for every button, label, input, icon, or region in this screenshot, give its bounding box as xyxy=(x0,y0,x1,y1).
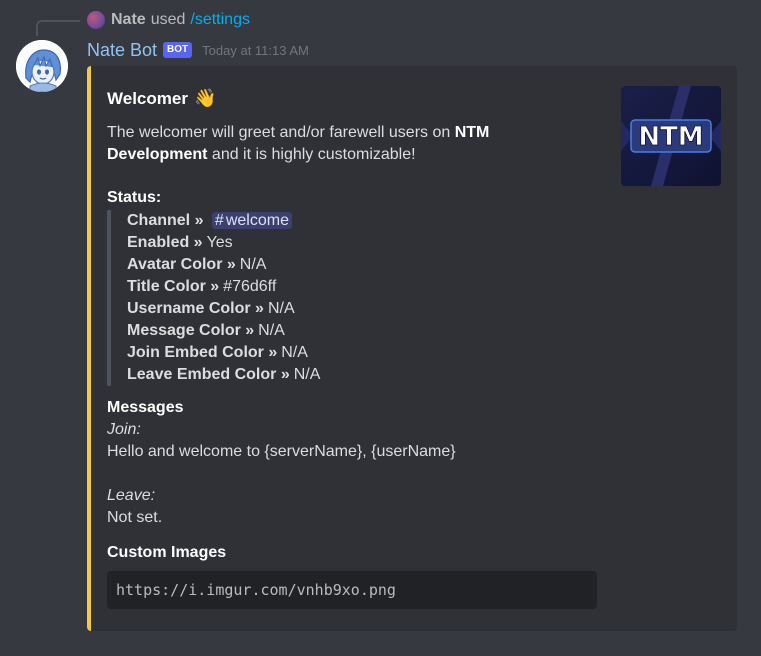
join-message: Hello and welcome to {serverName}, {user… xyxy=(107,443,456,460)
status-row-channel: Channel » # welcome xyxy=(127,210,320,232)
messages-field-name: Messages xyxy=(107,399,184,416)
status-key: Message Color » xyxy=(127,322,255,339)
messages-field: Messages Join: Hello and welcome to {ser… xyxy=(107,397,587,529)
status-key: Enabled » xyxy=(127,234,203,251)
custom-images-field-name: Custom Images xyxy=(107,544,227,561)
bot-tag: BOT xyxy=(163,42,193,58)
image-url: https://i.imgur.com/vnhb9xo.png xyxy=(116,581,396,599)
status-value: N/A xyxy=(258,322,285,339)
command-interaction[interactable]: Nate used /settings xyxy=(87,10,250,30)
status-value: N/A xyxy=(239,256,267,273)
leave-label: Leave: xyxy=(107,487,156,504)
status-value: #76d6ff xyxy=(223,278,277,295)
embed-thumbnail[interactable]: NTM xyxy=(621,86,721,186)
author-username[interactable]: Nate Bot xyxy=(87,40,157,61)
hashtag-icon: # xyxy=(214,212,224,229)
status-row-leave-embed-color: Leave Embed Color » N/A xyxy=(127,364,320,386)
status-row-username-color: Username Color » N/A xyxy=(127,298,320,320)
reply-spine xyxy=(36,20,80,36)
status-value: N/A xyxy=(293,366,321,383)
embed-title-text: Welcomer xyxy=(107,88,188,108)
status-row-join-embed-color: Join Embed Color » N/A xyxy=(127,342,320,364)
status-key: Title Color » xyxy=(127,278,220,295)
thumbnail-text: NTM xyxy=(638,122,703,152)
status-key: Avatar Color » xyxy=(127,256,236,273)
custom-images-field: Custom Images xyxy=(107,542,587,564)
status-row-title-color: Title Color » #76d6ff xyxy=(127,276,320,298)
leave-message: Not set. xyxy=(107,509,163,526)
description-before: The welcomer will greet and/or farewell … xyxy=(107,124,455,141)
status-row-message-color: Message Color » N/A xyxy=(127,320,320,342)
bot-avatar[interactable] xyxy=(16,40,68,92)
anime-avatar-icon xyxy=(16,40,68,92)
status-row-enabled: Enabled » Yes xyxy=(127,232,320,254)
message-header: Nate Bot BOT Today at 11:13 AM xyxy=(87,38,309,62)
embed-title: Welcomer 👋 xyxy=(107,88,216,109)
join-label: Join: xyxy=(107,421,141,438)
welcomer-embed: NTM Welcomer 👋 The welcomer will greet a… xyxy=(87,66,737,631)
status-value: N/A xyxy=(267,300,295,317)
status-blockquote: Channel » # welcome Enabled » Yes Avatar C… xyxy=(107,210,320,386)
status-key: Channel » xyxy=(127,212,204,229)
description-after: and it is highly customizable! xyxy=(207,146,416,163)
channel-mention[interactable]: # welcome xyxy=(211,212,292,229)
interaction-user-avatar[interactable] xyxy=(87,11,105,29)
chat-message: Nate used /settings Nate Bot BOT Today a… xyxy=(0,0,761,656)
status-key: Leave Embed Color » xyxy=(127,366,290,383)
ntm-logo-icon: NTM xyxy=(621,86,721,186)
interaction-username[interactable]: Nate xyxy=(111,11,146,29)
channel-mention-text: welcome xyxy=(225,212,289,229)
waving-hand-icon: 👋 xyxy=(193,88,217,108)
interaction-verb: used xyxy=(150,11,186,28)
status-key: Username Color » xyxy=(127,300,264,317)
status-value: Yes xyxy=(206,234,233,251)
embed-description: The welcomer will greet and/or farewell … xyxy=(107,122,507,166)
image-url-codeblock[interactable]: https://i.imgur.com/vnhb9xo.png xyxy=(107,571,597,609)
status-value: N/A xyxy=(281,344,308,361)
status-label: Status: xyxy=(107,189,162,206)
interaction-command[interactable]: /settings xyxy=(190,11,250,29)
message-timestamp[interactable]: Today at 11:13 AM xyxy=(202,43,309,58)
status-key: Join Embed Color » xyxy=(127,344,278,361)
status-row-avatar-color: Avatar Color » N/A xyxy=(127,254,320,276)
